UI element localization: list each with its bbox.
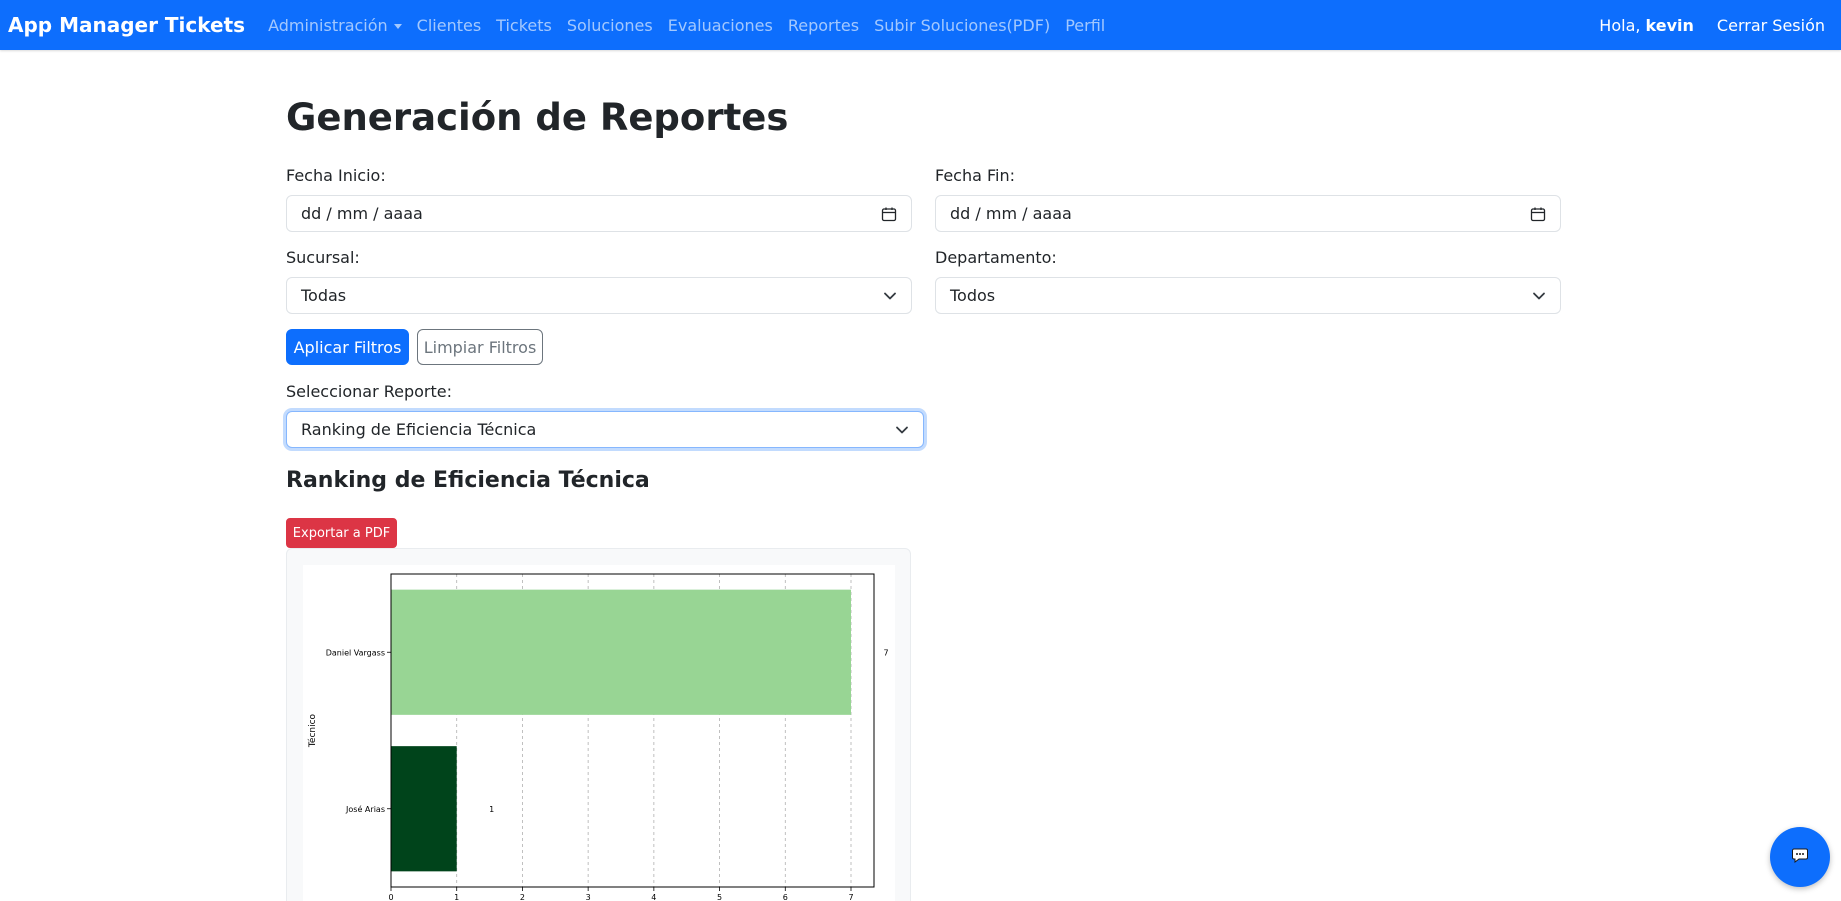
chat-bubble-icon xyxy=(1791,846,1809,868)
y-tick-label: Daniel Vargass xyxy=(326,648,385,657)
bar xyxy=(391,746,457,872)
end-date-placeholder: dd / mm / aaaa xyxy=(950,204,1072,223)
report-select[interactable]: Ranking de Eficiencia Técnica xyxy=(286,411,924,448)
report-title: Ranking de Eficiencia Técnica xyxy=(286,468,650,493)
brand-logo[interactable]: App Manager Tickets xyxy=(8,13,245,37)
chevron-down-icon xyxy=(883,289,897,303)
nav-item-administracion[interactable]: Administración xyxy=(268,16,402,35)
nav-links: Administración Clientes Tickets Solucion… xyxy=(268,16,1120,35)
report-selected-value: Ranking de Eficiencia Técnica xyxy=(301,420,537,439)
nav-item-tickets[interactable]: Tickets xyxy=(496,16,552,35)
chart-canvas: Daniel Vargass 7 José Arias 1 0 1 2 3 4 5 6 7 Técnic… xyxy=(303,565,895,901)
ranking-bar-chart: Daniel Vargass 7 José Arias 1 0 1 2 3 4 5 6 7 Técnic… xyxy=(307,573,889,901)
start-date-placeholder: dd / mm / aaaa xyxy=(301,204,423,223)
data-label: 1 xyxy=(489,805,494,814)
branch-select[interactable]: Todas xyxy=(286,277,912,314)
chat-button[interactable] xyxy=(1770,827,1830,887)
nav-item-evaluaciones[interactable]: Evaluaciones xyxy=(668,16,773,35)
nav-item-clientes[interactable]: Clientes xyxy=(417,16,482,35)
x-tick-label: 7 xyxy=(848,893,853,901)
caret-down-icon xyxy=(393,23,402,29)
start-date-label: Fecha Inicio: xyxy=(286,166,386,185)
y-tick-label: José Arias xyxy=(345,804,385,814)
department-select[interactable]: Todos xyxy=(935,277,1561,314)
top-navbar: App Manager Tickets Administración Clien… xyxy=(0,0,1841,50)
x-tick-label: 4 xyxy=(651,893,656,901)
logout-link[interactable]: Cerrar Sesión xyxy=(1717,16,1825,35)
calendar-icon[interactable] xyxy=(881,206,897,222)
x-tick-label: 3 xyxy=(586,893,591,901)
x-tick-label: 5 xyxy=(717,893,722,901)
report-select-label: Seleccionar Reporte: xyxy=(286,382,452,401)
department-selected-value: Todos xyxy=(950,286,996,305)
branch-label: Sucursal: xyxy=(286,248,360,267)
data-label: 7 xyxy=(883,648,888,657)
chevron-down-icon xyxy=(1532,289,1546,303)
page-title: Generación de Reportes xyxy=(286,96,789,139)
calendar-icon[interactable] xyxy=(1530,206,1546,222)
nav-item-label: Administración xyxy=(268,15,388,35)
department-label: Departamento: xyxy=(935,248,1057,267)
nav-item-reportes[interactable]: Reportes xyxy=(788,16,859,35)
nav-item-perfil[interactable]: Perfil xyxy=(1065,16,1105,35)
user-greeting: Hola, kevin xyxy=(1599,16,1694,35)
start-date-input[interactable]: dd / mm / aaaa xyxy=(286,195,912,232)
chart-card: Daniel Vargass 7 José Arias 1 0 1 2 3 4 5 6 7 Técnic… xyxy=(286,548,911,901)
end-date-label: Fecha Fin: xyxy=(935,166,1016,185)
export-pdf-button[interactable]: Exportar a PDF xyxy=(286,518,397,548)
nav-item-soluciones[interactable]: Soluciones xyxy=(567,16,653,35)
nav-item-subir-soluciones[interactable]: Subir Soluciones(PDF) xyxy=(874,16,1050,35)
x-tick-label: 0 xyxy=(388,893,393,901)
clear-filters-button[interactable]: Limpiar Filtros xyxy=(417,329,543,365)
apply-filters-button[interactable]: Aplicar Filtros xyxy=(286,329,409,365)
username: kevin xyxy=(1645,15,1694,35)
end-date-input[interactable]: dd / mm / aaaa xyxy=(935,195,1561,232)
bar xyxy=(391,589,851,715)
x-tick-label: 1 xyxy=(454,893,459,901)
branch-selected-value: Todas xyxy=(301,286,347,305)
nav-user-area: Hola, kevin Cerrar Sesión xyxy=(1599,16,1833,35)
x-tick-label: 2 xyxy=(520,893,525,901)
chevron-down-icon xyxy=(895,423,909,437)
greeting-prefix: Hola, xyxy=(1599,15,1641,35)
x-tick-label: 6 xyxy=(783,893,788,901)
y-axis-label: Técnico xyxy=(307,713,318,748)
